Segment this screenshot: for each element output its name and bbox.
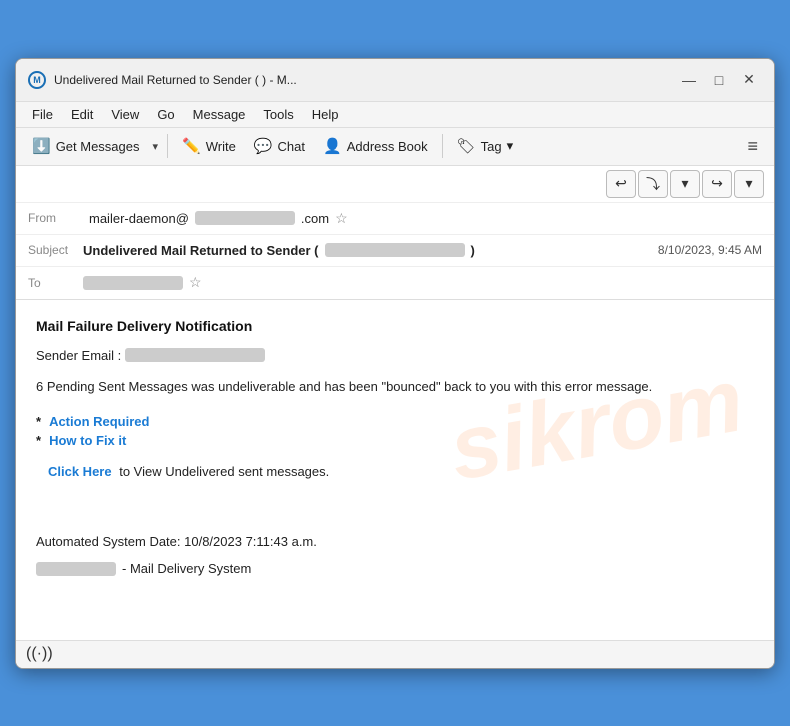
subject-value: Undelivered Mail Returned to Sender ( ) <box>83 243 658 258</box>
from-value: mailer-daemon@ .com ☆ <box>89 210 348 227</box>
to-row: To ☆ <box>16 267 774 299</box>
click-here-suffix: to View Undelivered sent messages. <box>116 464 330 479</box>
reply-button[interactable]: ↩ <box>606 170 636 198</box>
to-star[interactable]: ☆ <box>189 274 202 291</box>
menu-tools[interactable]: Tools <box>255 104 301 125</box>
action-required-item: * Action Required <box>36 414 754 429</box>
tag-icon: 🏷 <box>457 137 476 155</box>
to-value: ☆ <box>83 274 762 291</box>
from-row: From mailer-daemon@ .com ☆ <box>16 203 774 235</box>
reply-all-dropdown[interactable]: ▾ <box>670 170 700 198</box>
mail-delivery-blurred <box>36 562 116 576</box>
write-icon: ✏️ <box>182 137 201 155</box>
app-icon: M <box>28 71 46 89</box>
click-here-row: Click Here to View Undelivered sent mess… <box>36 464 754 479</box>
email-date: 8/10/2023, 9:45 AM <box>658 243 762 257</box>
main-window: M Undelivered Mail Returned to Sender ( … <box>15 58 775 669</box>
window-title: Undelivered Mail Returned to Sender ( ) … <box>54 73 297 87</box>
status-bar: ((·)) <box>16 640 774 668</box>
body-content: Mail Failure Delivery Notification Sende… <box>36 318 754 577</box>
from-address-domain: .com <box>301 211 329 226</box>
forward-button[interactable]: ↪ <box>702 170 732 198</box>
from-label: From <box>28 211 83 225</box>
toolbar: ⬇️ Get Messages ▾ ✏️ Write 💬 Chat 👤 Addr… <box>16 128 774 166</box>
menu-message[interactable]: Message <box>185 104 254 125</box>
email-nav-row: ↩ ⤵ ▾ ↪ ▾ <box>16 166 774 203</box>
subject-row: Subject Undelivered Mail Returned to Sen… <box>16 235 774 267</box>
tag-dropdown-arrow: ▾ <box>507 138 514 154</box>
get-messages-label: Get Messages <box>56 139 140 154</box>
chat-icon: 💬 <box>254 137 273 155</box>
subject-blurred <box>325 243 465 257</box>
from-star[interactable]: ☆ <box>335 210 348 227</box>
menu-edit[interactable]: Edit <box>63 104 101 125</box>
get-messages-button[interactable]: ⬇️ Get Messages <box>24 133 148 159</box>
click-here-link[interactable]: Click Here <box>48 464 112 479</box>
sender-row: Sender Email : <box>36 348 754 363</box>
minimize-button[interactable]: — <box>676 67 702 93</box>
reply-all-button[interactable]: ⤵ <box>638 170 668 198</box>
email-header: From mailer-daemon@ .com ☆ Subject Undel… <box>16 203 774 300</box>
menu-file[interactable]: File <box>24 104 61 125</box>
sender-label: Sender Email : <box>36 348 121 363</box>
subject-label: Subject <box>28 243 83 257</box>
from-address-blurred <box>195 211 295 225</box>
spacer <box>36 499 754 514</box>
to-label: To <box>28 276 83 290</box>
chat-label: Chat <box>278 139 305 154</box>
pending-message: 6 Pending Sent Messages was undeliverabl… <box>36 377 754 397</box>
subject-text-prefix: Undelivered Mail Returned to Sender ( <box>83 243 319 258</box>
close-button[interactable]: ✕ <box>736 67 762 93</box>
tag-label: Tag <box>481 139 502 154</box>
mail-delivery-suffix: - Mail Delivery System <box>122 561 251 576</box>
subject-text-end: ) <box>471 243 475 258</box>
chat-button[interactable]: 💬 Chat <box>246 133 313 159</box>
title-bar-left: M Undelivered Mail Returned to Sender ( … <box>28 71 676 89</box>
menu-bar: File Edit View Go Message Tools Help <box>16 102 774 128</box>
menu-help[interactable]: Help <box>304 104 347 125</box>
forward-dropdown[interactable]: ▾ <box>734 170 764 198</box>
toolbar-menu-button[interactable]: ≡ <box>739 132 766 161</box>
get-messages-dropdown[interactable]: ▾ <box>150 136 162 157</box>
bullet-1: * <box>36 414 41 429</box>
from-address-prefix: mailer-daemon@ <box>89 211 189 226</box>
from-left: From mailer-daemon@ .com ☆ <box>28 210 348 227</box>
mail-delivery-row: - Mail Delivery System <box>36 561 754 576</box>
sender-email-blurred <box>125 348 265 362</box>
subject-date: 8/10/2023, 9:45 AM <box>658 243 762 257</box>
nav-buttons: ↩ ⤵ ▾ ↪ ▾ <box>606 170 764 198</box>
to-address-blurred <box>83 276 183 290</box>
action-required-link[interactable]: Action Required <box>49 414 149 429</box>
bullet-2: * <box>36 433 41 448</box>
how-to-fix-link[interactable]: How to Fix it <box>49 433 126 448</box>
toolbar-divider-1 <box>167 134 168 158</box>
tag-button[interactable]: 🏷 Tag ▾ <box>449 133 522 159</box>
email-body: sikrom Mail Failure Delivery Notificatio… <box>16 300 774 640</box>
failure-title: Mail Failure Delivery Notification <box>36 318 754 334</box>
window-controls: — □ ✕ <box>676 67 762 93</box>
toolbar-divider-2 <box>442 134 443 158</box>
get-messages-icon: ⬇️ <box>32 137 51 155</box>
write-label: Write <box>206 139 236 154</box>
title-bar: M Undelivered Mail Returned to Sender ( … <box>16 59 774 102</box>
menu-view[interactable]: View <box>103 104 147 125</box>
write-button[interactable]: ✏️ Write <box>174 133 244 159</box>
how-to-fix-item: * How to Fix it <box>36 433 754 448</box>
menu-go[interactable]: Go <box>149 104 182 125</box>
address-book-button[interactable]: 👤 Address Book <box>315 133 436 159</box>
maximize-button[interactable]: □ <box>706 67 732 93</box>
radio-icon: ((·)) <box>26 645 53 663</box>
address-book-label: Address Book <box>347 139 428 154</box>
action-list: * Action Required * How to Fix it <box>36 414 754 448</box>
auto-date: Automated System Date: 10/8/2023 7:11:43… <box>36 534 754 549</box>
address-book-icon: 👤 <box>323 137 342 155</box>
